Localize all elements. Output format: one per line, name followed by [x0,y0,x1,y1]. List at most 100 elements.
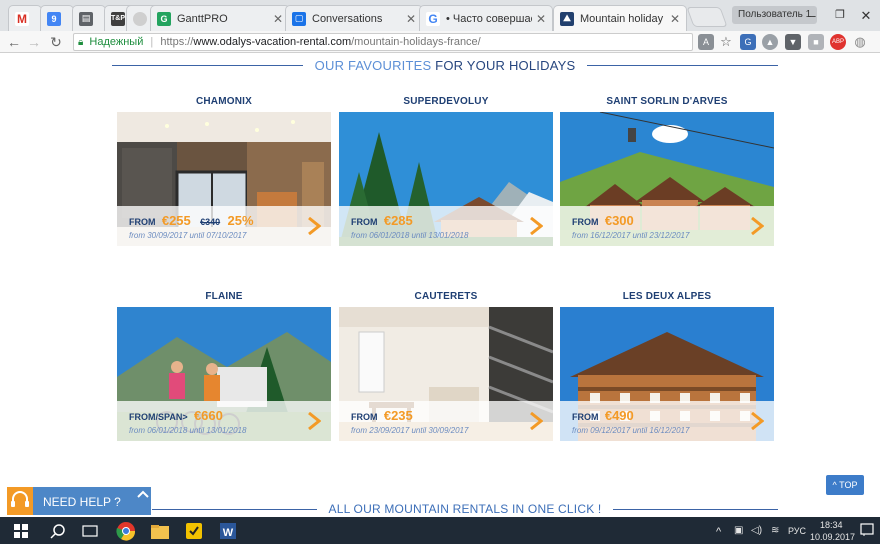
from-label: FROM [572,412,599,422]
close-icon[interactable]: ✕ [273,12,283,26]
chevron-right-icon[interactable] [529,217,543,235]
card-title: LES DEUX ALPES [622,291,712,302]
card-title: CHAMONIX [195,96,253,107]
reload-icon[interactable]: ↻ [48,34,64,50]
footer-heading-text[interactable]: ALL OUR MOUNTAIN RENTALS IN ONE CLICK ! [317,502,614,516]
price-band: FROM €285 from 06/01/2018 until 13/01/20… [339,206,553,246]
minimize-icon[interactable]: – [802,8,822,23]
tab-mountain-holiday[interactable]: ⛰ Mountain holiday rentals ✕ [553,5,687,31]
forward-icon[interactable]: → [26,34,42,50]
destination-card-superdevoluy[interactable]: SUPERDEVOLUY FROM €285 from 06/01/2018 u… [339,96,553,246]
url-host: www.odalys-vacation-rental.com [193,36,352,48]
destination-card-chamonix[interactable]: CHAMONIX FROM €255 €340 25% from 30/09/2… [117,96,331,246]
conversations-icon: ▢ [292,11,306,26]
odalys-icon: ⛰ [560,11,574,26]
old-price: €340 [200,217,221,227]
card-photo-saint-sorlin[interactable]: FROM €300 from 16/12/2017 until 23/12/20… [560,112,774,246]
bookmark-star-icon[interactable]: ☆ [718,34,734,50]
destination-card-saint-sorlin[interactable]: SAINT SORLIN D'ARVES FROM €300 from 16/1… [560,96,774,246]
favourites-heading: OUR FAVOURITES FOR YOUR HOLIDAYS [112,55,779,75]
tab-docs[interactable]: ▤ [72,5,106,31]
back-icon[interactable]: ← [6,34,22,50]
close-icon[interactable]: ✕ [536,12,546,26]
price-band: FROM €235 from 23/09/2017 until 30/09/20… [339,401,553,441]
windows-taskbar: W ^ ▣ ◁) ≋ РУС 18:34 10.09.2017 [0,517,880,544]
chevron-right-icon[interactable] [307,217,321,235]
lock-icon: 🔒︎ [78,37,84,48]
clock-time[interactable]: 18:34 [820,520,843,530]
back-to-top-button[interactable]: ^ TOP [826,475,864,495]
chevron-right-icon[interactable] [307,412,321,430]
all-rentals-heading: ALL OUR MOUNTAIN RENTALS IN ONE CLICK ! [112,499,778,519]
card-photo-cauterets[interactable]: FROM €235 from 23/09/2017 until 30/09/20… [339,307,553,441]
globe-icon[interactable]: ◍ [852,34,868,50]
card-photo-chamonix[interactable]: FROM €255 €340 25% from 30/09/2017 until… [117,112,331,246]
from-label: FROM [129,217,156,227]
docs-icon: ▤ [79,11,93,26]
chevron-right-icon[interactable] [750,217,764,235]
price-line: FROM €235 [351,408,413,423]
search-icon[interactable] [50,523,66,539]
price-line: FROM €285 [351,213,413,228]
price-line: FROM/SPAN> €660 [129,408,223,423]
adblock-icon[interactable]: ABP [830,34,846,50]
card-photo-flaine[interactable]: FROM/SPAN> €660 from 06/01/2018 until 13… [117,307,331,441]
volume-icon[interactable]: ◁) [751,525,762,536]
extension-icon-2[interactable]: ■ [808,34,824,50]
task-view-icon[interactable] [82,523,98,539]
wifi-icon[interactable]: ≋ [771,525,779,536]
destination-card-les-deux-alpes[interactable]: LES DEUX ALPES FROM €490 from 09/12/2017… [560,291,774,441]
chevron-up-icon[interactable] [137,489,149,499]
address-bar: ← → ↻ 🔒︎ Надежный | https://www.odalys-v… [0,31,880,53]
tab-ganttpro[interactable]: G GanttPRO ✕ [150,5,290,31]
extension-icon[interactable]: G [740,34,756,50]
chevron-right-icon[interactable] [750,412,764,430]
price-value: €660 [193,408,223,423]
destination-card-cauterets[interactable]: CAUTERETS FROM €235 from 23/09/2017 unti… [339,291,553,441]
new-tab-button[interactable] [686,7,728,27]
norton-icon[interactable] [184,521,204,541]
windows-start-icon[interactable] [14,524,28,538]
tab-conversations[interactable]: ▢ Conversations ✕ [285,5,423,31]
notifications-icon[interactable] [860,523,874,537]
pocket-extension-icon[interactable]: ▼ [785,34,801,50]
drive-extension-icon[interactable]: ▲ [762,34,778,50]
need-help-widget[interactable]: NEED HELP ? [7,487,151,515]
translate-icon[interactable]: A [698,34,714,50]
card-title: FLAINE [205,291,243,302]
language-indicator[interactable]: РУС [788,526,806,536]
word-icon[interactable]: W [218,521,238,541]
card-photo-les-deux-alpes[interactable]: FROM €490 from 09/12/2017 until 16/12/20… [560,307,774,441]
network-icon[interactable]: ▣ [734,525,743,536]
secure-label: Надежный [89,36,144,48]
date-range: from 16/12/2017 until 23/12/2017 [572,231,690,240]
window-close-icon[interactable]: ✕ [856,8,876,24]
chevron-right-icon[interactable] [529,412,543,430]
chrome-icon[interactable] [116,521,136,541]
tab-google-search[interactable]: G • Часто совершаемые о ✕ [419,5,553,31]
destination-card-flaine[interactable]: FLAINE FROM/SPAN> €660 from 06/01/2018 u… [117,291,331,441]
tray-chevron-icon[interactable]: ^ [716,526,721,538]
discount-value: 25% [227,213,254,228]
clock-date[interactable]: 10.09.2017 [810,532,855,542]
file-explorer-icon[interactable] [150,522,170,542]
tab-gmail[interactable]: M [8,5,42,31]
price-value: €235 [383,408,413,423]
blank-icon [133,11,147,26]
heading-bold: FOR YOUR HOLIDAYS [435,57,576,73]
need-help-label: NEED HELP ? [43,495,121,509]
date-range: from 06/01/2018 until 13/01/2018 [129,426,247,435]
close-icon[interactable]: ✕ [406,12,416,26]
close-icon[interactable]: ✕ [670,12,680,26]
help-headset-icon [7,487,33,515]
divider [152,508,317,510]
card-photo-superdevoluy[interactable]: FROM €285 from 06/01/2018 until 13/01/20… [339,112,553,246]
restore-icon[interactable]: ❐ [830,8,850,21]
tab-calendar[interactable]: 9 [40,5,74,31]
card-title: SAINT SORLIN D'ARVES [606,96,728,107]
calendar-icon: 9 [47,11,61,26]
date-range: from 23/09/2017 until 30/09/2017 [351,426,469,435]
price-value: €255 [161,213,191,228]
url-input[interactable]: 🔒︎ Надежный | https://www.odalys-vacatio… [73,33,693,51]
url-path: /mountain-holidays-france/ [351,36,481,48]
